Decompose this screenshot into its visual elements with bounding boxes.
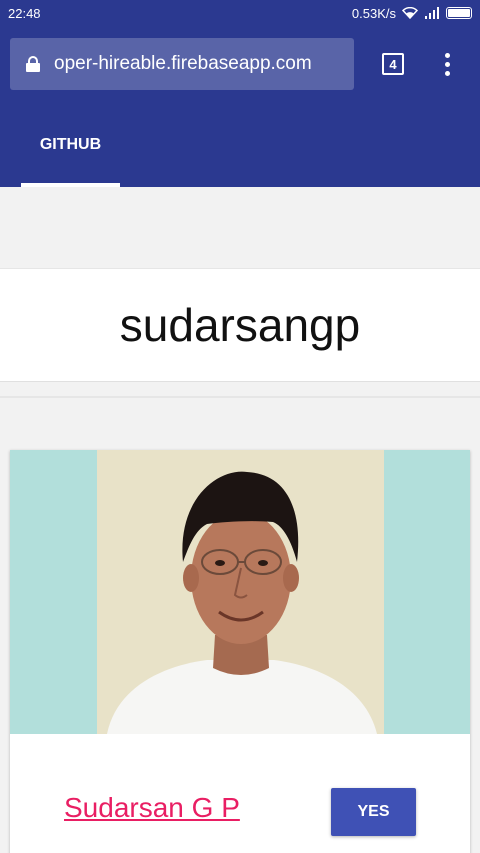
active-tab-indicator	[21, 183, 120, 187]
section-divider	[0, 396, 480, 398]
url-bar[interactable]: oper-hireable.firebaseapp.com	[10, 38, 354, 90]
url-text: oper-hireable.firebaseapp.com	[54, 53, 312, 74]
status-time: 22:48	[8, 5, 41, 21]
avatar	[97, 450, 384, 734]
tab-github[interactable]: GITHUB	[21, 102, 120, 187]
avatar-area	[10, 450, 470, 734]
profile-name-link[interactable]: Sudarsan G P	[64, 792, 240, 824]
profile-card: Sudarsan G P YES	[10, 450, 470, 853]
overflow-menu-icon[interactable]	[442, 52, 452, 76]
tab-switcher-button[interactable]: 4	[382, 53, 404, 75]
username-heading: sudarsangp	[119, 299, 361, 351]
hireable-yes-button[interactable]: YES	[331, 788, 416, 836]
username-card: sudarsangp	[0, 268, 480, 382]
lock-icon	[26, 56, 40, 72]
tab-count: 4	[389, 56, 397, 72]
status-bar: 22:48 0.53K/s	[0, 0, 480, 26]
signal-icon	[425, 7, 439, 19]
app-tab-bar: GITHUB	[0, 102, 480, 187]
network-speed: 0.53K/s	[351, 5, 396, 21]
tab-github-label: GITHUB	[39, 135, 102, 153]
battery-icon	[446, 7, 472, 19]
wifi-icon	[402, 7, 418, 19]
browser-toolbar: oper-hireable.firebaseapp.com 4	[0, 26, 480, 102]
status-icons: 0.53K/s	[352, 6, 472, 21]
